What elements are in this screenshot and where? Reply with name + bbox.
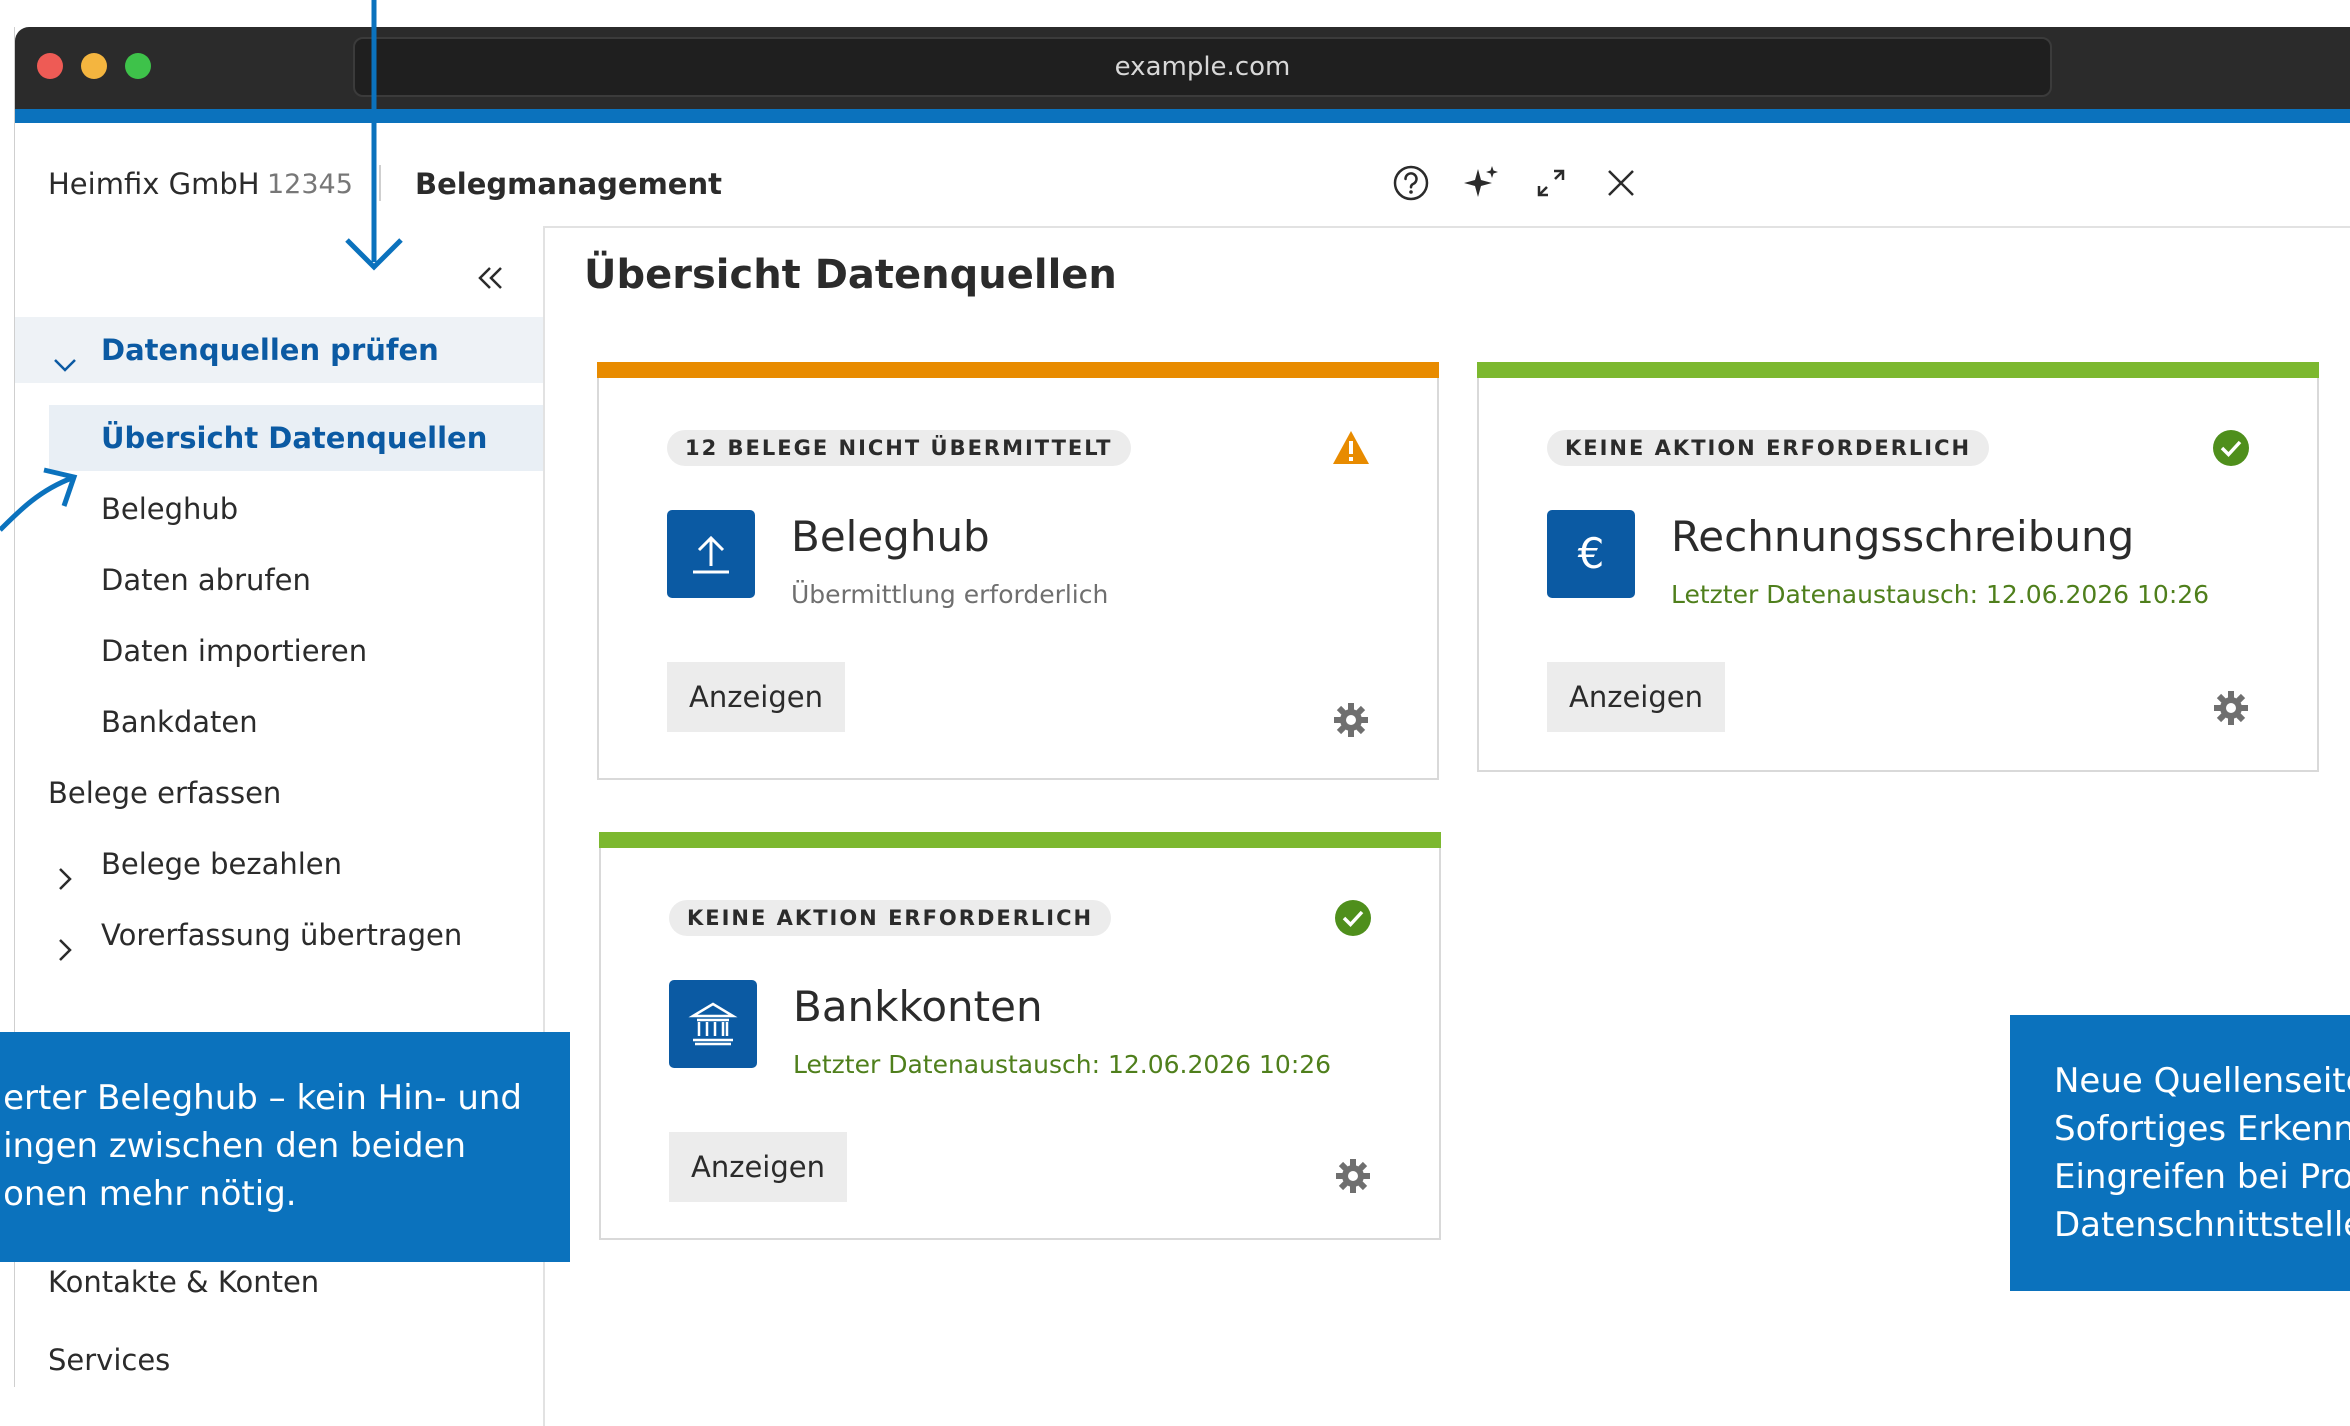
- gear-icon[interactable]: [2211, 688, 2251, 728]
- minimize-window-button[interactable]: [81, 53, 107, 79]
- source-status-text: Übermittlung erforderlich: [791, 580, 1109, 609]
- show-button[interactable]: Anzeigen: [667, 662, 845, 732]
- collapse-sidebar-icon[interactable]: [470, 258, 510, 298]
- sidebar-item-label: Übersicht Datenquellen: [101, 421, 488, 455]
- page-title: Übersicht Datenquellen: [584, 252, 1117, 298]
- sidebar-item-label: Bankdaten: [101, 705, 258, 739]
- sidebar-group-datenquellen[interactable]: Datenquellen prüfen: [15, 317, 543, 383]
- sidebar-item-label: Services: [48, 1343, 171, 1377]
- sidebar-item-daten-importieren[interactable]: Daten importieren: [15, 618, 543, 684]
- source-name: Bankkonten: [793, 982, 1043, 1031]
- status-badge: KEINE AKTION ERFORDERLICH: [669, 900, 1112, 936]
- sidebar-item-bankdaten[interactable]: Bankdaten: [15, 689, 543, 755]
- status-badge: 12 BELEGE NICHT ÜBERMITTELT: [667, 430, 1131, 466]
- app-title: Belegmanagement: [415, 167, 722, 201]
- address-bar[interactable]: example.com: [353, 37, 2052, 97]
- svg-text:€: €: [1578, 529, 1605, 578]
- euro-icon: €: [1547, 510, 1635, 598]
- sparkle-icon[interactable]: [1461, 163, 1501, 203]
- chevron-right-icon: [51, 850, 79, 890]
- expand-icon[interactable]: [1531, 163, 1571, 203]
- company-id: 12345: [267, 169, 353, 200]
- sidebar-item-label: Daten importieren: [101, 634, 368, 668]
- source-status-text: Letzter Datenaustausch: 12.06.2026 10:26: [1671, 580, 2210, 609]
- sidebar-item-daten-abrufen[interactable]: Daten abrufen: [15, 547, 543, 613]
- sidebar-item-uebersicht[interactable]: Übersicht Datenquellen: [49, 405, 543, 471]
- close-window-button[interactable]: [37, 53, 63, 79]
- sidebar-item-label: Daten abrufen: [101, 563, 311, 597]
- brand-bar: [15, 109, 2350, 123]
- close-icon[interactable]: [1601, 163, 1641, 203]
- help-circle-icon[interactable]: [1391, 163, 1431, 203]
- check-circle-icon: [2211, 428, 2251, 468]
- show-button[interactable]: Anzeigen: [1547, 662, 1725, 732]
- annotation-callout-right: Neue Quellenseite Sofortiges Erkenn Eing…: [2010, 1015, 2350, 1291]
- source-card-beleghub: 12 BELEGE NICHT ÜBERMITTELT Beleghub Übe…: [597, 362, 1439, 780]
- source-name: Rechnungsschreibung: [1671, 512, 2135, 561]
- source-card-bankkonten: KEINE AKTION ERFORDERLICH Bankkonten Let…: [599, 832, 1441, 1240]
- chevron-right-icon: [51, 921, 79, 961]
- app-header: Heimfix GmbH 12345 Belegmanagement: [15, 123, 2350, 228]
- sidebar-item-vorerfassung[interactable]: Vorerfassung übertragen: [15, 902, 543, 968]
- warning-icon: [1331, 428, 1371, 468]
- bank-icon: [669, 980, 757, 1068]
- sidebar-item-label: Belege bezahlen: [101, 847, 343, 881]
- company-name: Heimfix GmbH: [48, 167, 260, 201]
- sidebar-item-label: Beleghub: [101, 492, 239, 526]
- status-badge: KEINE AKTION ERFORDERLICH: [1547, 430, 1990, 466]
- source-name: Beleghub: [791, 512, 990, 561]
- card-accent-bar: [597, 362, 1439, 378]
- sidebar-item-services[interactable]: Services: [15, 1327, 543, 1393]
- annotation-callout-left: erter Beleghub – kein Hin- und ingen zwi…: [0, 1032, 570, 1262]
- sidebar-group-label: Datenquellen prüfen: [101, 333, 439, 367]
- annotation-text: erter Beleghub – kein Hin- und ingen zwi…: [3, 1078, 522, 1214]
- chevron-down-icon: [51, 336, 79, 372]
- sidebar-item-belege-bezahlen[interactable]: Belege bezahlen: [15, 831, 543, 897]
- gear-icon[interactable]: [1331, 700, 1371, 740]
- check-circle-icon: [1333, 898, 1373, 938]
- source-card-rechnungsschreibung: KEINE AKTION ERFORDERLICH € Rechnungssch…: [1477, 362, 2319, 772]
- upload-icon: [667, 510, 755, 598]
- maximize-window-button[interactable]: [125, 53, 151, 79]
- card-accent-bar: [599, 832, 1441, 848]
- source-status-text: Letzter Datenaustausch: 12.06.2026 10:26: [793, 1050, 1332, 1079]
- sidebar-item-belege-erfassen[interactable]: Belege erfassen: [15, 760, 543, 826]
- sidebar-item-label: Vorerfassung übertragen: [101, 918, 463, 952]
- header-divider: [379, 165, 381, 201]
- sidebar-item-beleghub[interactable]: Beleghub: [15, 476, 543, 542]
- gear-icon[interactable]: [1333, 1156, 1373, 1196]
- card-accent-bar: [1477, 362, 2319, 378]
- browser-titlebar: example.com: [15, 27, 2350, 109]
- sidebar-item-label: Belege erfassen: [48, 776, 282, 810]
- show-button[interactable]: Anzeigen: [669, 1132, 847, 1202]
